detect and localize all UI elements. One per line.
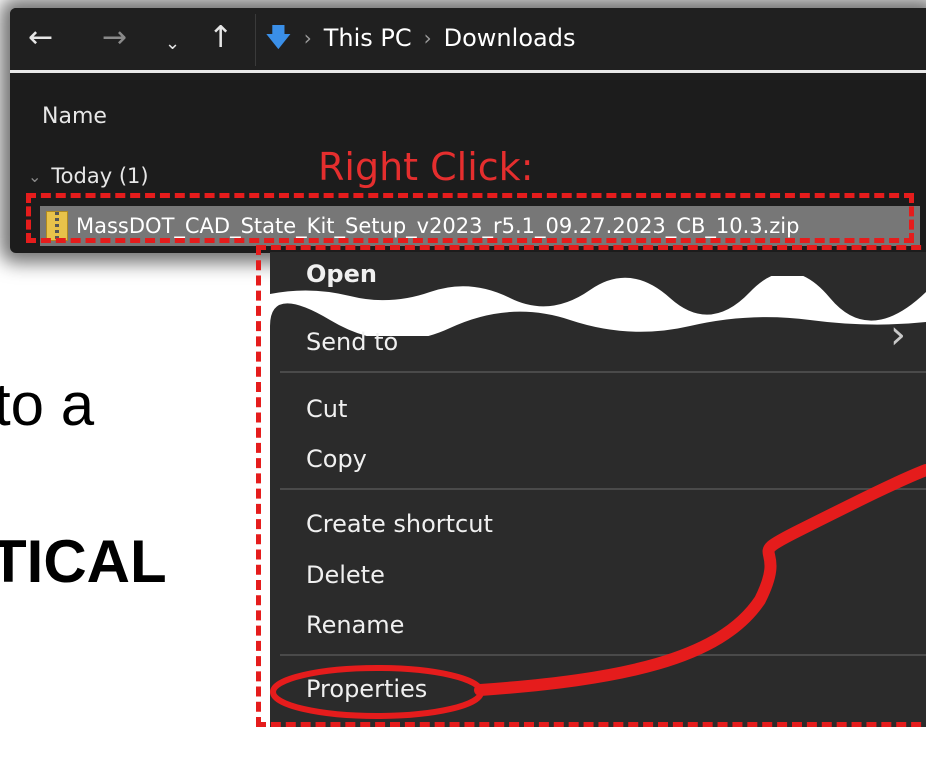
divider: [255, 14, 256, 66]
downloads-icon: 🡇: [265, 23, 292, 53]
navigation-bar: ← → ⌄ ↑ 🡇 › This PC › Downloads: [10, 8, 926, 70]
annotation-menu-highlight: [256, 245, 926, 727]
up-arrow-icon[interactable]: ↑: [208, 20, 233, 56]
column-header-name[interactable]: Name: [42, 104, 107, 129]
group-label: Today (1): [51, 164, 149, 188]
chevron-down-icon[interactable]: ⌄: [28, 167, 41, 186]
breadcrumb-downloads[interactable]: Downloads: [444, 24, 576, 52]
breadcrumb-this-pc[interactable]: This PC: [324, 24, 412, 52]
slide-text-fragment-bold: TICAL: [0, 528, 167, 595]
breadcrumb-separator: ›: [303, 26, 312, 50]
forward-arrow-icon[interactable]: →: [102, 20, 127, 56]
divider: [10, 70, 926, 73]
breadcrumb-separator: ›: [423, 26, 432, 50]
annotation-right-click-label: Right Click:: [318, 145, 534, 189]
group-header-today[interactable]: ⌄ Today (1): [28, 164, 149, 188]
slide-text-fragment: to a: [0, 371, 95, 438]
annotation-file-highlight: [26, 193, 914, 243]
address-bar[interactable]: 🡇 › This PC › Downloads: [265, 18, 925, 58]
back-arrow-icon[interactable]: ←: [28, 20, 53, 56]
recent-locations-chevron-icon[interactable]: ⌄: [165, 26, 180, 62]
